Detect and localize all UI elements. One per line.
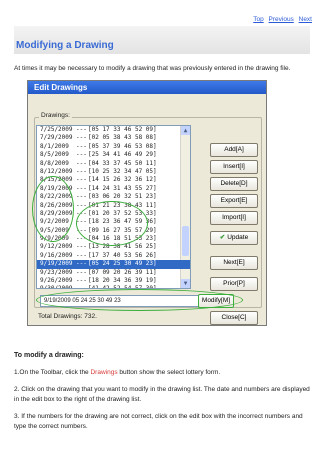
highlight-oval-edit bbox=[36, 289, 243, 311]
step-3: 3. If the numbers for the drawing are no… bbox=[14, 413, 303, 430]
row-separator: --- bbox=[76, 184, 87, 192]
edit-drawings-dialog: Edit Drawings Drawings: ▲ ▼ 7/25/2009 ---… bbox=[27, 80, 267, 326]
drawing-date: 9/23/2009 bbox=[40, 268, 73, 276]
list-item[interactable]: 9/16/2009 ---[17 37 40 53 56 26] bbox=[37, 252, 190, 260]
step-1: 1.On the Toolbar, click the Drawings but… bbox=[14, 368, 314, 378]
row-separator: --- bbox=[76, 277, 87, 285]
list-item[interactable]: 8/1/2009 ---[05 37 39 46 53 08] bbox=[37, 143, 190, 151]
checkmark-icon: ✔ bbox=[219, 234, 226, 241]
row-separator: --- bbox=[76, 251, 87, 259]
list-item[interactable]: 9/26/2009 ---[18 20 34 36 39 19] bbox=[37, 277, 190, 285]
row-separator: --- bbox=[76, 126, 87, 133]
page-header: Modifying a Drawing bbox=[14, 26, 310, 54]
drawing-numbers: [14 15 26 32 36 12] bbox=[88, 176, 157, 184]
list-item[interactable]: 9/23/2009 ---[07 09 20 26 39 11] bbox=[37, 269, 190, 277]
row-separator: --- bbox=[76, 167, 87, 175]
row-separator: --- bbox=[76, 260, 87, 268]
drawing-numbers: [05 37 39 46 53 08] bbox=[88, 142, 157, 150]
drawing-date: 9/26/2009 bbox=[40, 277, 73, 285]
drawing-date: 9/12/2009 bbox=[40, 243, 73, 251]
drawing-numbers: [05 17 33 46 52 09] bbox=[88, 126, 157, 133]
dialog-title: Edit Drawings bbox=[28, 81, 266, 94]
step-2: 2. Click on the drawing that you want to… bbox=[14, 386, 310, 403]
drawing-date: 7/29/2009 bbox=[40, 134, 73, 142]
drawing-date: 9/16/2009 bbox=[40, 251, 73, 259]
drawing-numbers: [17 37 40 53 56 26] bbox=[88, 251, 157, 259]
row-separator: --- bbox=[76, 151, 87, 159]
row-separator: --- bbox=[76, 243, 87, 251]
drawing-numbers: [10 25 32 34 47 05] bbox=[88, 167, 157, 175]
list-item[interactable]: 7/29/2009 ---[02 05 38 43 58 08] bbox=[37, 134, 190, 142]
drawing-numbers: [25 34 41 46 49 29] bbox=[88, 151, 157, 159]
highlight-oval-numbers bbox=[76, 201, 148, 246]
nav-next-link[interactable]: Next bbox=[299, 16, 312, 23]
highlight-oval-dates bbox=[32, 176, 74, 242]
row-separator: --- bbox=[76, 176, 87, 184]
list-item[interactable]: 9/19/2009 ---[05 24 25 30 49 23] bbox=[37, 260, 190, 269]
row-separator: --- bbox=[76, 159, 87, 167]
drawing-numbers: [03 06 20 32 51 23] bbox=[88, 193, 157, 201]
drawing-date: 7/25/2009 bbox=[40, 126, 73, 133]
drawing-numbers: [02 05 38 43 58 08] bbox=[88, 134, 157, 142]
drawing-date: 8/5/2009 bbox=[40, 151, 69, 159]
drawings-link[interactable]: Drawings bbox=[90, 369, 117, 376]
nav-previous-link[interactable]: Previous bbox=[269, 16, 294, 23]
row-separator: --- bbox=[76, 142, 87, 150]
drawings-group-label: Drawings: bbox=[39, 112, 72, 119]
nav-top-link[interactable]: Top bbox=[253, 16, 263, 23]
list-item[interactable]: 8/12/2009 ---[10 25 32 34 47 05] bbox=[37, 168, 190, 176]
update-label: Update bbox=[227, 234, 249, 241]
drawing-date: 8/1/2009 bbox=[40, 142, 69, 150]
list-item[interactable]: 7/25/2009 ---[05 17 33 46 52 09] bbox=[37, 126, 190, 134]
drawing-numbers: [18 20 34 36 39 19] bbox=[88, 277, 157, 285]
step-1-post: button show the select lottery form. bbox=[117, 369, 221, 376]
step-1-pre: 1.On the Toolbar, click the bbox=[14, 369, 91, 376]
row-separator: --- bbox=[76, 268, 87, 276]
drawing-numbers: [07 09 20 26 39 11] bbox=[88, 268, 157, 276]
howto-heading: To modify a drawing: bbox=[14, 352, 84, 359]
drawing-numbers: [14 24 31 43 55 27] bbox=[88, 184, 157, 192]
top-navigation: Top Previous Next bbox=[250, 16, 312, 23]
list-item[interactable]: 8/8/2009 ---[04 33 37 45 50 11] bbox=[37, 160, 190, 168]
drawing-date: 9/19/2009 bbox=[40, 260, 73, 268]
insert-button[interactable]: Insert[I] bbox=[210, 160, 258, 174]
intro-text: At times it may be necessary to modify a… bbox=[14, 65, 291, 72]
drawing-date: 8/8/2009 bbox=[40, 159, 69, 167]
next-button[interactable]: Next[E] bbox=[210, 256, 258, 270]
close-button[interactable]: Close[C] bbox=[210, 311, 258, 325]
page-title: Modifying a Drawing bbox=[16, 40, 114, 51]
drawing-date: 9/30/2009 bbox=[40, 285, 73, 289]
total-drawings: Total Drawings: 732. bbox=[38, 313, 97, 320]
export-button[interactable]: Export[E] bbox=[210, 194, 258, 208]
row-separator: --- bbox=[76, 134, 87, 142]
add-button[interactable]: Add[A] bbox=[210, 143, 258, 157]
drawing-numbers: [05 24 25 30 49 23] bbox=[88, 260, 157, 268]
prior-button[interactable]: Prior[P] bbox=[210, 277, 258, 291]
list-item[interactable]: 8/5/2009 ---[25 34 41 46 49 29] bbox=[37, 151, 190, 159]
delete-button[interactable]: Delete[D] bbox=[210, 177, 258, 191]
update-button[interactable]: ✔ Update bbox=[210, 231, 258, 245]
drawing-numbers: [04 33 37 45 50 11] bbox=[88, 159, 157, 167]
drawing-date: 8/12/2009 bbox=[40, 167, 73, 175]
row-separator: --- bbox=[76, 285, 87, 289]
row-separator: --- bbox=[76, 193, 87, 201]
import-button[interactable]: Import[I] bbox=[210, 211, 258, 225]
